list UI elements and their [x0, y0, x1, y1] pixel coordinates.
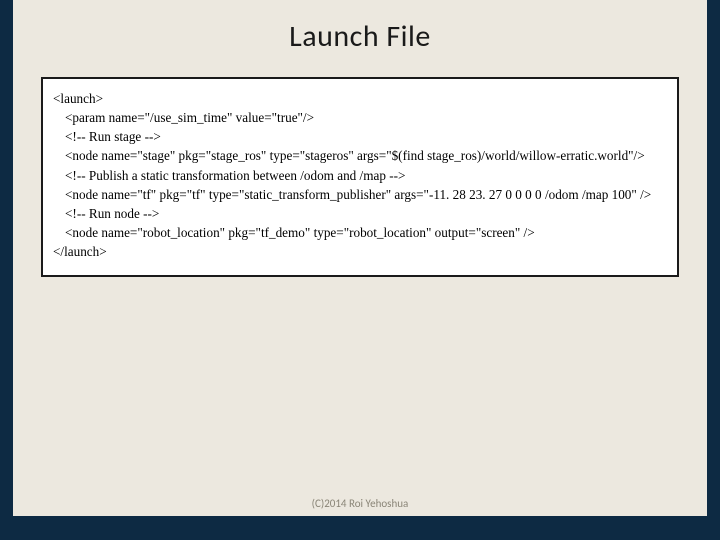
code-line: <!-- Run stage -->	[53, 127, 667, 146]
code-box: <launch> <param name="/use_sim_time" val…	[41, 77, 679, 277]
code-line: <node name="tf" pkg="tf" type="static_tr…	[53, 185, 667, 204]
code-line: <node name="robot_location" pkg="tf_demo…	[53, 223, 667, 242]
code-line: <launch>	[53, 89, 667, 108]
code-line: <!-- Run node -->	[53, 204, 667, 223]
slide: Launch File <launch> <param name="/use_s…	[13, 0, 707, 516]
footer-copyright: (C)2014 Roi Yehoshua	[13, 497, 707, 510]
code-line: </launch>	[53, 242, 667, 261]
page-title: Launch File	[13, 0, 707, 77]
code-line: <!-- Publish a static transformation bet…	[53, 166, 667, 185]
code-line: <node name="stage" pkg="stage_ros" type=…	[53, 146, 667, 165]
code-line: <param name="/use_sim_time" value="true"…	[53, 108, 667, 127]
